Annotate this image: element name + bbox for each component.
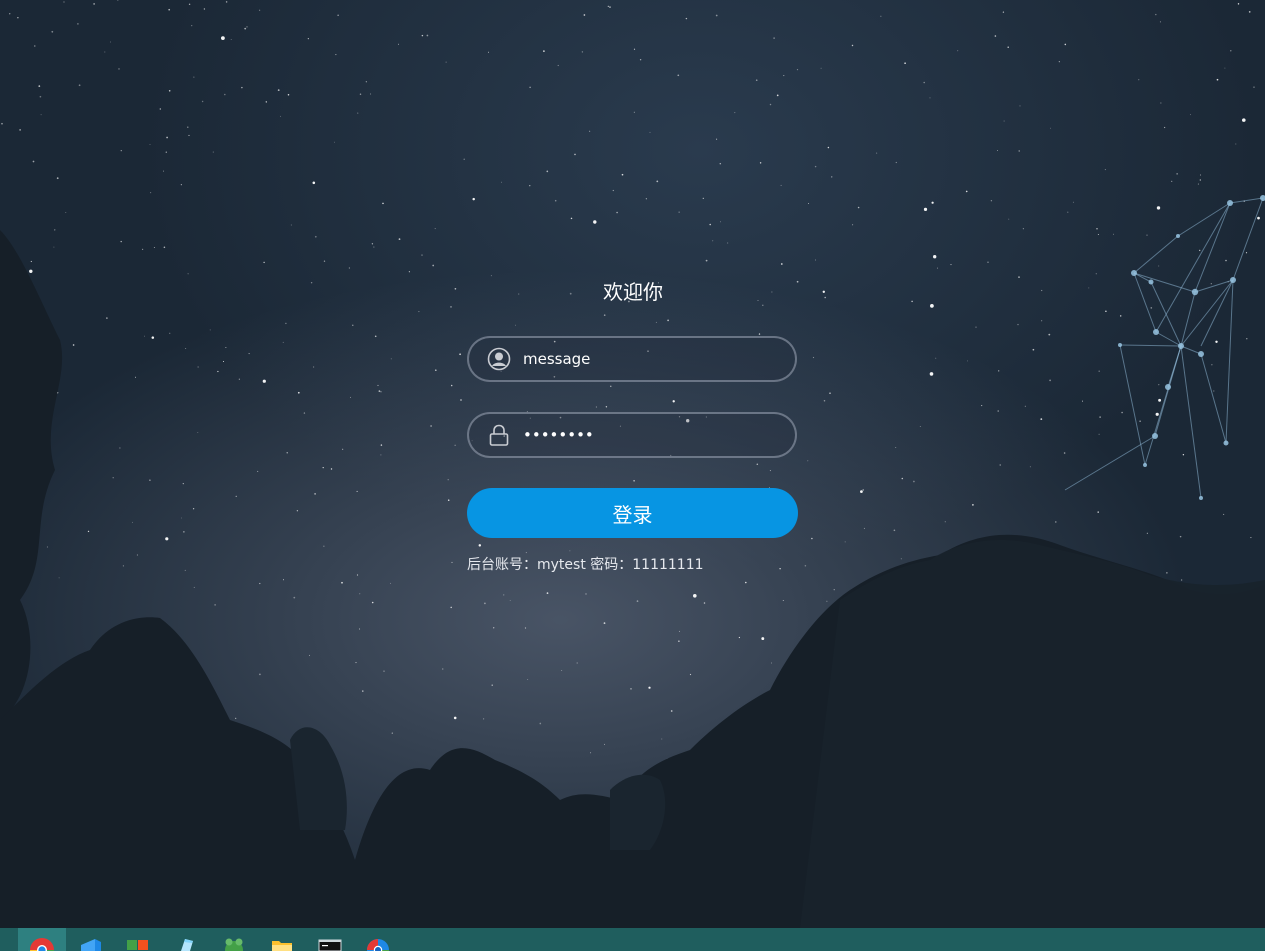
user-icon (487, 347, 511, 371)
constellation-decoration (1064, 195, 1265, 500)
notepad-icon (181, 939, 193, 951)
taskbar-item-frog-app[interactable] (210, 928, 258, 951)
taskbar-item-file-explorer[interactable] (258, 928, 306, 951)
username-input[interactable] (523, 350, 773, 368)
chrome-icon (30, 938, 54, 951)
taskbar-item-vscode[interactable] (66, 928, 114, 951)
account-hint: 后台账号：mytest 密码：11111111 (467, 557, 704, 573)
taskbar-item-store[interactable] (114, 928, 162, 951)
welcome-title: 欢迎你 (603, 280, 663, 304)
password-input[interactable] (523, 426, 773, 444)
taskbar (0, 928, 1265, 951)
username-field[interactable] (467, 336, 797, 382)
windows-store-icon (127, 940, 148, 950)
taskbar-left-edge (0, 928, 18, 951)
login-button[interactable]: 登录 (467, 488, 798, 538)
file-explorer-icon (272, 941, 292, 951)
vscode-icon (81, 939, 101, 951)
taskbar-item-terminal[interactable] (306, 928, 354, 951)
taskbar-item-chrome[interactable] (18, 928, 66, 951)
chromium-icon (367, 939, 389, 951)
terminal-icon (318, 939, 342, 951)
login-form: 欢迎你 登录 后台账号：mytest 密码：11111111 (467, 276, 799, 574)
frog-app-icon (225, 938, 243, 951)
login-page: 欢迎你 登录 后台账号：mytest 密码：11111111 (0, 0, 1265, 951)
taskbar-item-notepad[interactable] (162, 928, 210, 951)
lock-icon (487, 423, 511, 447)
password-field[interactable] (467, 412, 797, 458)
taskbar-item-chromium[interactable] (354, 928, 402, 951)
